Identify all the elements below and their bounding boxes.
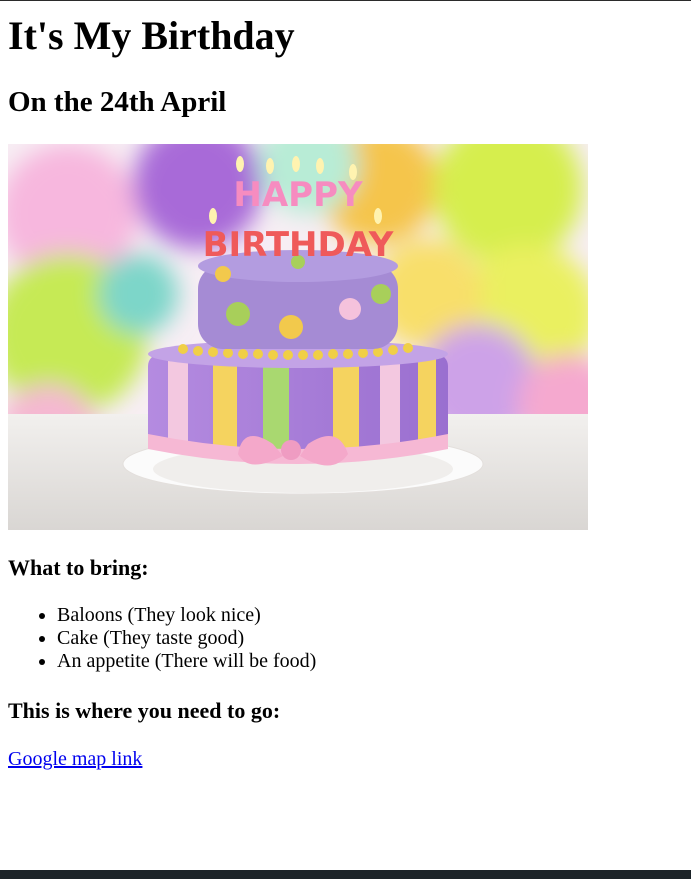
cake-topper-birthday: BIRTHDAY [203,225,394,265]
bring-list: Baloons (They look nice) Cake (They tast… [8,604,316,673]
list-item: Baloons (They look nice) [57,604,316,627]
top-border [0,0,691,1]
directions-heading: This is where you need to go: [8,698,281,723]
list-item: An appetite (There will be food) [57,650,316,673]
cake-topper-happy: HAPPY [233,175,363,215]
page-subtitle: On the 24th April [8,86,227,118]
page-title: It's My Birthday [8,13,295,58]
bottom-bar [0,870,691,879]
google-map-link[interactable]: Google map link [8,747,142,771]
birthday-cake-image: HAPPY BIRTHDAY [8,144,588,530]
list-item: Cake (They taste good) [57,627,316,650]
bring-heading: What to bring: [8,555,149,580]
